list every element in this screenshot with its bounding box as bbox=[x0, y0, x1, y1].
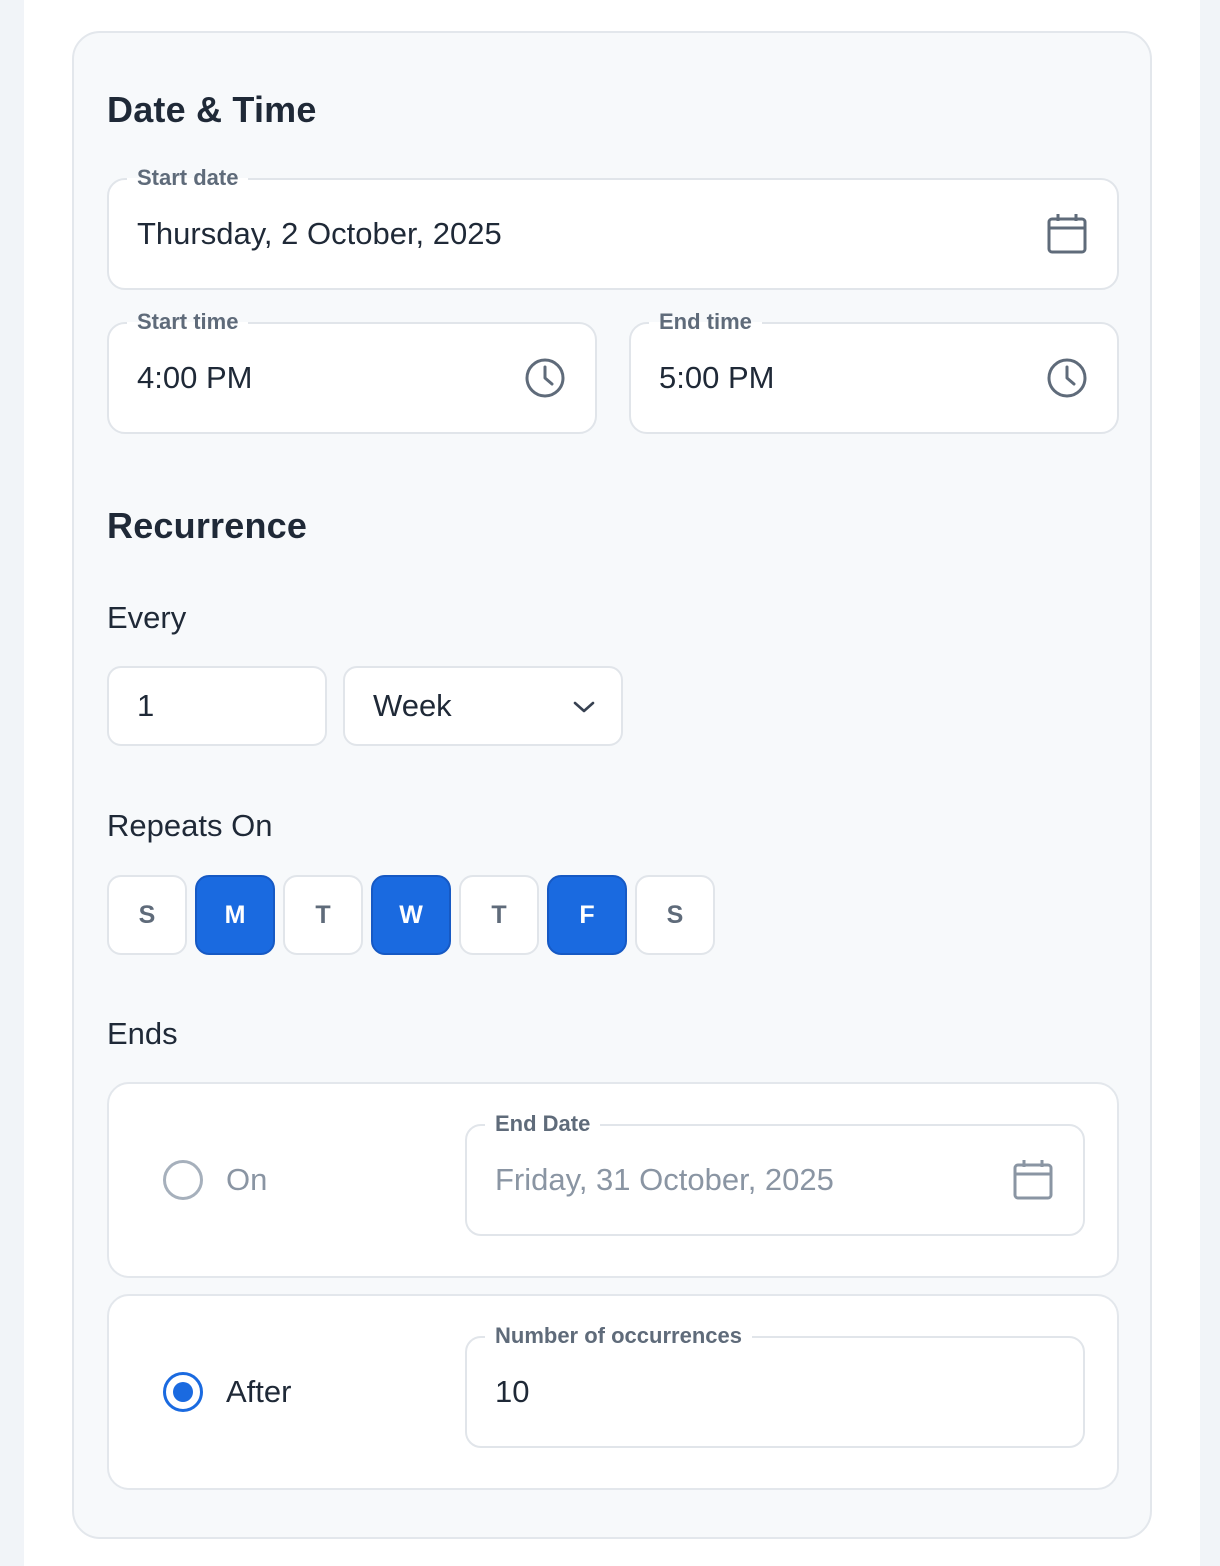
end-date-field[interactable]: End Date Friday, 31 October, 2025 bbox=[465, 1110, 1085, 1236]
day-toggle-tuesday[interactable]: T bbox=[283, 875, 363, 955]
interval-unit-value: Week bbox=[373, 688, 452, 723]
end-time-field[interactable]: End time 5:00 PM bbox=[629, 308, 1119, 434]
ends-on-option[interactable]: On End Date Friday, 31 October, 2025 bbox=[107, 1082, 1119, 1278]
day-toggle-saturday[interactable]: S bbox=[635, 875, 715, 955]
start-date-value: Thursday, 2 October, 2025 bbox=[137, 216, 502, 251]
start-time-field[interactable]: Start time 4:00 PM bbox=[107, 308, 597, 434]
every-label: Every bbox=[107, 600, 187, 635]
date-time-heading: Date & Time bbox=[107, 89, 317, 130]
recurrence-heading: Recurrence bbox=[107, 505, 308, 546]
interval-unit-select[interactable]: Week bbox=[343, 666, 623, 746]
ends-after-radio[interactable] bbox=[163, 1372, 203, 1412]
chevron-down-icon bbox=[573, 701, 595, 713]
end-date-value: Friday, 31 October, 2025 bbox=[495, 1162, 834, 1197]
day-toggle-friday[interactable]: F bbox=[547, 875, 627, 955]
clock-icon[interactable] bbox=[523, 356, 567, 400]
ends-on-radio[interactable] bbox=[163, 1160, 203, 1200]
page: Date & Time Start date Thursday, 2 Octob… bbox=[24, 0, 1200, 1566]
ends-after-option[interactable]: After Number of occurrences 10 bbox=[107, 1294, 1119, 1490]
ends-on-label: On bbox=[226, 1162, 268, 1197]
day-toggle-sunday[interactable]: S bbox=[107, 875, 187, 955]
start-date-field[interactable]: Start date Thursday, 2 October, 2025 bbox=[107, 164, 1119, 290]
interval-value: 1 bbox=[137, 688, 155, 723]
clock-icon[interactable] bbox=[1045, 356, 1089, 400]
end-time-value: 5:00 PM bbox=[659, 360, 775, 395]
event-settings-card: Date & Time Start date Thursday, 2 Octob… bbox=[72, 31, 1152, 1539]
repeats-on-label: Repeats On bbox=[107, 808, 273, 843]
day-toggle-wednesday[interactable]: W bbox=[371, 875, 451, 955]
interval-input[interactable]: 1 bbox=[107, 666, 327, 746]
occurrences-value: 10 bbox=[495, 1374, 530, 1409]
ends-after-label: After bbox=[226, 1374, 292, 1409]
start-time-value: 4:00 PM bbox=[137, 360, 253, 395]
calendar-icon[interactable] bbox=[1011, 1158, 1055, 1202]
calendar-icon[interactable] bbox=[1045, 212, 1089, 256]
occurrences-field[interactable]: Number of occurrences 10 bbox=[465, 1322, 1085, 1448]
day-toggle-monday[interactable]: M bbox=[195, 875, 275, 955]
day-toggle-thursday[interactable]: T bbox=[459, 875, 539, 955]
ends-label: Ends bbox=[107, 1016, 178, 1051]
